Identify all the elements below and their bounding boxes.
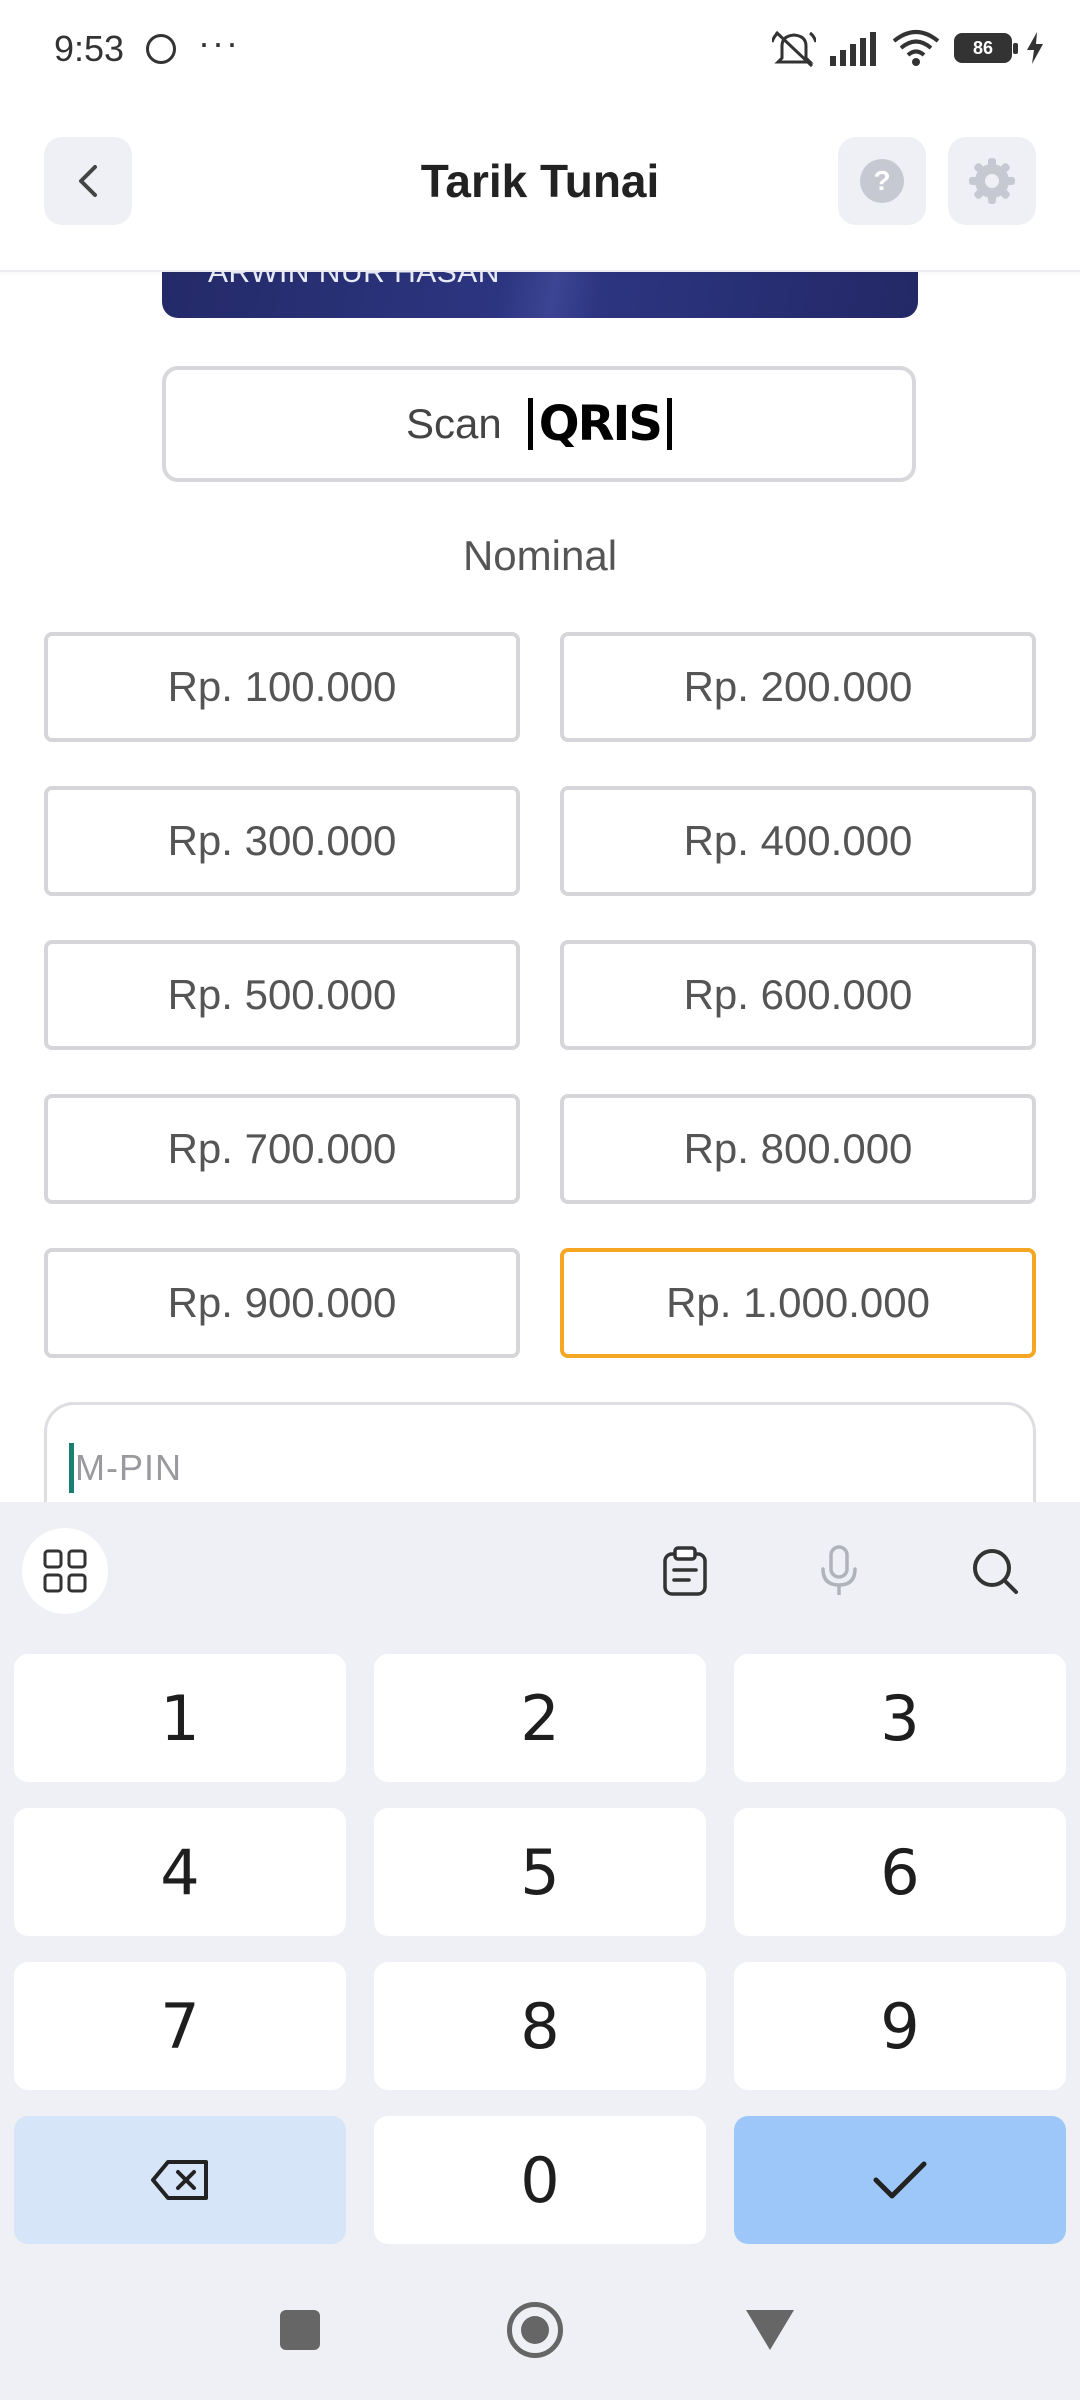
nominal-option[interactable]: Rp. 600.000: [560, 940, 1036, 1050]
mpin-placeholder: M-PIN: [75, 1447, 182, 1488]
apps-grid-button[interactable]: [22, 1528, 108, 1614]
key-1[interactable]: 1: [14, 1654, 346, 1782]
qris-logo: QRIS: [527, 398, 672, 450]
nominal-option[interactable]: Rp. 100.000: [44, 632, 520, 742]
key-0[interactable]: 0: [374, 2116, 706, 2244]
nominal-option[interactable]: Rp. 700.000: [44, 1094, 520, 1204]
battery-level: 86: [972, 37, 994, 58]
scan-qris-button[interactable]: Scan QRIS: [162, 366, 916, 482]
system-nav-bar: [0, 2262, 1080, 2400]
nominal-option[interactable]: Rp. 400.000: [560, 786, 1036, 896]
key-3[interactable]: 3: [734, 1654, 1066, 1782]
status-bar: 9:53 ··· 86: [0, 0, 1080, 92]
signal-icon: [830, 32, 876, 66]
nominal-option[interactable]: Rp. 200.000: [560, 632, 1036, 742]
status-time: 9:53: [54, 28, 125, 69]
checkmark-icon: [873, 2161, 927, 2199]
help-button[interactable]: ?: [838, 137, 926, 225]
clipboard-button[interactable]: [642, 1528, 728, 1614]
keyboard-toolbar: [0, 1502, 1080, 1636]
battery-icon: 86: [954, 33, 1018, 63]
nominal-option[interactable]: Rp. 500.000: [44, 940, 520, 1050]
wifi-icon: [892, 30, 940, 66]
confirm-key[interactable]: [734, 2116, 1066, 2244]
clipboard-icon: [663, 1546, 707, 1596]
back-nav-button[interactable]: [746, 2310, 794, 2350]
gear-icon: [969, 158, 1015, 204]
text-cursor: [69, 1443, 74, 1493]
status-icons: 86: [772, 28, 1044, 68]
backspace-icon: [151, 2160, 208, 2200]
microphone-icon: [821, 1545, 857, 1595]
notification-face-icon: [146, 34, 176, 64]
recents-button[interactable]: [280, 2310, 320, 2350]
keyboard-search-button[interactable]: [952, 1528, 1038, 1614]
nominal-option[interactable]: Rp. 300.000: [44, 786, 520, 896]
key-4[interactable]: 4: [14, 1808, 346, 1936]
key-7[interactable]: 7: [14, 1962, 346, 2090]
backspace-key[interactable]: [14, 2116, 346, 2244]
home-button[interactable]: [507, 2302, 563, 2358]
mute-icon: [772, 30, 816, 68]
key-8[interactable]: 8: [374, 1962, 706, 2090]
nominal-option[interactable]: Rp. 800.000: [560, 1094, 1036, 1204]
nominal-label: Nominal: [462, 532, 618, 579]
key-5[interactable]: 5: [374, 1808, 706, 1936]
help-glyph: ?: [873, 165, 890, 196]
key-2[interactable]: 2: [374, 1654, 706, 1782]
voice-input-button[interactable]: [796, 1528, 882, 1614]
scan-label: Scan: [406, 400, 502, 447]
key-9[interactable]: 9: [734, 1962, 1066, 2090]
settings-button[interactable]: [948, 137, 1036, 225]
more-notifications-icon: ···: [198, 22, 240, 63]
search-icon: [973, 1549, 1018, 1594]
charging-icon: [1027, 32, 1043, 64]
app-header: Tarik Tunai ?: [0, 92, 1080, 272]
grid-icon: [43, 1549, 87, 1593]
key-6[interactable]: 6: [734, 1808, 1066, 1936]
help-icon: ?: [860, 159, 904, 203]
nominal-option-selected[interactable]: Rp. 1.000.000: [560, 1248, 1036, 1358]
nominal-option[interactable]: Rp. 900.000: [44, 1248, 520, 1358]
